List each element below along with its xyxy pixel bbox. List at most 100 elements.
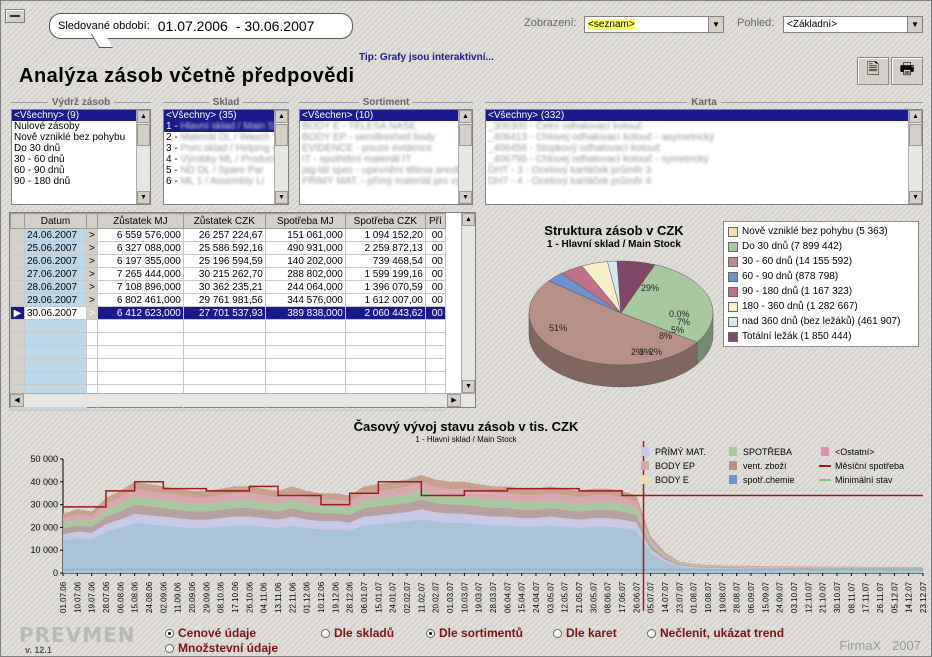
table-cell[interactable] [182,319,266,333]
table-cell[interactable]: 00 [424,228,446,242]
grid-vscroll[interactable]: ▲ ▼ [461,213,475,393]
table-cell[interactable]: 24.06.2007 [24,228,87,242]
scroll-thumb[interactable] [909,124,922,146]
table-cell[interactable]: 00 [424,254,446,268]
row-indicator[interactable] [10,241,25,255]
perspective-select[interactable]: <Základní> ▼ [783,16,923,33]
scrollbar[interactable]: ▲ ▼ [458,110,472,204]
list-item[interactable]: 2 - Materiál DL / Wasch [164,132,288,143]
row-indicator[interactable] [10,358,25,372]
table-row[interactable]: 25.06.2007 >6 327 088,000 25 586 592,16 490… [10,241,446,255]
table-cell[interactable]: 151 061,000 [264,228,346,242]
vydrz-list[interactable]: <Všechny> (9) Nulové zásoby Nově vzniklé… [11,109,151,205]
table-cell[interactable] [424,358,446,372]
list-item[interactable]: IT - spotřební materiál IT [300,154,472,165]
table-cell[interactable] [182,371,266,385]
table-cell[interactable]: 1 612 007,00 [344,293,426,307]
chevron-down-icon[interactable]: ▼ [708,17,723,32]
row-indicator[interactable] [10,267,25,281]
scroll-thumb[interactable] [275,124,288,146]
table-cell[interactable] [24,332,87,346]
radio-by-assortment[interactable]: Dle sortimentů [426,626,523,640]
table-cell[interactable] [24,358,87,372]
radio-dot[interactable] [426,628,435,638]
table-cell[interactable] [182,358,266,372]
list-item[interactable]: _406413 - Chlovej odhalovací kotouč - as… [486,132,922,143]
radio-dot[interactable] [553,628,562,638]
table-cell[interactable]: 6 802 461,000 [96,293,184,307]
table-cell[interactable] [182,345,266,359]
table-cell[interactable] [24,371,87,385]
table-cell[interactable]: 27.06.2007 [24,267,87,281]
radio-price[interactable]: Cenové údaje [165,626,256,640]
table-cell[interactable]: 1 094 152,20 [344,228,426,242]
grid-hscroll[interactable]: ◀ ▶ [10,393,475,407]
radio-dot[interactable] [165,643,174,653]
table-cell[interactable] [86,371,98,385]
scroll-up-icon[interactable]: ▲ [909,110,922,123]
table-cell[interactable] [96,358,184,372]
table-row[interactable]: ▶ 30.06.2007 >6 412 623,000 27 701 537,93 38… [10,306,446,320]
table-cell[interactable]: 6 559 576,000 [96,228,184,242]
row-indicator[interactable] [10,345,25,359]
table-cell[interactable] [24,345,87,359]
scroll-up-icon[interactable]: ▲ [137,110,150,123]
table-cell[interactable]: 389 838,000 [264,306,346,320]
list-item[interactable]: Nulové zásoby [12,121,150,132]
table-cell[interactable]: 244 064,000 [264,280,346,294]
table-cell[interactable]: 140 202,000 [264,254,346,268]
table-row[interactable] [10,358,446,372]
table-cell[interactable]: 26.06.2007 [24,254,87,268]
scroll-down-icon[interactable]: ▼ [137,191,150,204]
table-row[interactable]: 29.06.2007 >6 802 461,000 29 761 981,56 344… [10,293,446,307]
radio-dot[interactable] [321,628,330,638]
timeline-chart[interactable]: 50 000 40 000 30 000 20 000 10 000 001.07.06 1… [1,441,932,626]
table-cell[interactable] [86,319,98,333]
table-cell[interactable] [344,332,426,346]
row-indicator[interactable] [10,293,25,307]
row-expand-button[interactable]: > [86,254,98,268]
scrollbar[interactable]: ▲ ▼ [136,110,150,204]
list-item[interactable]: DHT - 3 - Ocelový kartáček průměr 3 [486,165,922,176]
table-cell[interactable]: 6 327 088,000 [96,241,184,255]
scroll-down-icon[interactable]: ▼ [909,191,922,204]
sklad-list[interactable]: <Všechny> (35) 1 - Hlavní sklad / Main S… [163,109,289,205]
table-cell[interactable] [86,345,98,359]
table-row[interactable] [10,332,446,346]
column-header[interactable]: Datum [24,213,87,229]
table-cell[interactable]: 00 [424,293,446,307]
column-header[interactable]: Pří [424,213,446,229]
row-indicator[interactable] [10,371,25,385]
table-cell[interactable] [344,345,426,359]
table-cell[interactable] [96,371,184,385]
scroll-down-icon[interactable]: ▼ [459,191,472,204]
table-cell[interactable] [96,319,184,333]
table-cell[interactable]: 739 468,54 [344,254,426,268]
list-item[interactable]: 4 - Výrobky ML / Product [164,154,288,165]
scroll-down-icon[interactable]: ▼ [462,380,475,393]
list-item[interactable]: <Všechny> (9) [12,110,150,121]
table-cell[interactable]: 2 060 443,62 [344,306,426,320]
column-header[interactable]: Spotřeba MJ [264,213,346,229]
scroll-right-icon[interactable]: ▶ [447,394,461,407]
column-header[interactable]: Zůstatek MJ [96,213,184,229]
view-select[interactable]: <seznam> ▼ [584,16,724,33]
table-cell[interactable]: 25.06.2007 [24,241,87,255]
table-cell[interactable]: 2 259 872,13 [344,241,426,255]
column-header[interactable]: Spotřeba CZK [344,213,426,229]
pie-chart[interactable]: 29%51%0.0%7%5%8%3%2%2% [521,251,731,411]
table-cell[interactable]: 288 802,000 [264,267,346,281]
table-cell[interactable] [344,358,426,372]
data-grid[interactable]: Datum Zůstatek MJ Zůstatek CZK Spotřeba … [9,212,476,411]
radio-dot[interactable] [647,628,656,638]
list-item[interactable]: DHT - 4 - Ocelový kartáček průměr 4 [486,176,922,187]
table-cell[interactable] [264,332,346,346]
list-item[interactable]: 5 - ND DL / Spare Par [164,165,288,176]
list-item[interactable]: _406795 - Chlovej odhalovací kotouč - sy… [486,154,922,165]
table-row[interactable]: 24.06.2007 >6 559 576,000 26 257 224,67 151… [10,228,446,242]
list-item[interactable]: EVIDENCE - pouze evidence [300,143,472,154]
scrollbar[interactable]: ▲ ▼ [908,110,922,204]
table-cell[interactable]: 1 599 199,16 [344,267,426,281]
table-cell[interactable] [424,345,446,359]
table-cell[interactable]: 29 761 981,56 [182,293,266,307]
